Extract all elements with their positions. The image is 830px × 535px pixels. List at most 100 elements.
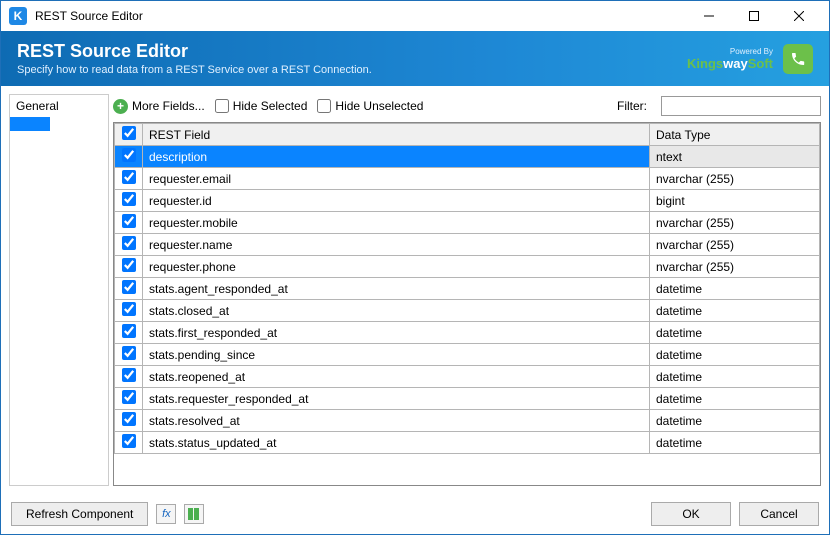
row-dtype-cell[interactable]: nvarchar (255) <box>650 168 820 190</box>
row-checkbox[interactable] <box>122 368 136 382</box>
expression-icon[interactable]: fx <box>156 504 176 524</box>
table-row[interactable]: requester.mobilenvarchar (255) <box>115 212 820 234</box>
row-checkbox[interactable] <box>122 192 136 206</box>
table-row[interactable]: stats.pending_sincedatetime <box>115 344 820 366</box>
close-button[interactable] <box>776 2 821 30</box>
phone-icon[interactable] <box>783 44 813 74</box>
row-checkbox[interactable] <box>122 390 136 404</box>
body: General + More Fields... Hide Selected H… <box>1 86 829 494</box>
row-check-cell[interactable] <box>115 278 143 300</box>
table-row[interactable]: stats.first_responded_atdatetime <box>115 322 820 344</box>
columns-icon[interactable] <box>184 504 204 524</box>
brand-name-1: Kings <box>687 56 723 71</box>
minimize-button[interactable] <box>686 2 731 30</box>
row-checkbox[interactable] <box>122 324 136 338</box>
row-dtype-cell[interactable]: datetime <box>650 410 820 432</box>
row-field-cell[interactable]: requester.id <box>143 190 650 212</box>
row-field-cell[interactable]: requester.name <box>143 234 650 256</box>
table-row[interactable]: descriptionntext <box>115 146 820 168</box>
header-check[interactable] <box>115 124 143 146</box>
cancel-button[interactable]: Cancel <box>739 502 819 526</box>
header-dtype[interactable]: Data Type <box>650 124 820 146</box>
row-dtype-cell[interactable]: datetime <box>650 366 820 388</box>
row-field-cell[interactable]: stats.pending_since <box>143 344 650 366</box>
row-checkbox[interactable] <box>122 412 136 426</box>
select-all-checkbox[interactable] <box>122 126 136 140</box>
table-row[interactable]: stats.reopened_atdatetime <box>115 366 820 388</box>
table-row[interactable]: stats.agent_responded_atdatetime <box>115 278 820 300</box>
table-row[interactable]: requester.namenvarchar (255) <box>115 234 820 256</box>
sidebar-item-general[interactable]: General <box>10 97 108 115</box>
row-check-cell[interactable] <box>115 234 143 256</box>
row-dtype-cell[interactable]: nvarchar (255) <box>650 212 820 234</box>
grid: REST Field Data Type descriptionntextreq… <box>113 122 821 486</box>
row-check-cell[interactable] <box>115 388 143 410</box>
row-dtype-cell[interactable]: datetime <box>650 278 820 300</box>
row-dtype-cell[interactable]: nvarchar (255) <box>650 256 820 278</box>
refresh-button[interactable]: Refresh Component <box>11 502 148 526</box>
row-dtype-cell[interactable]: bigint <box>650 190 820 212</box>
row-dtype-cell[interactable]: datetime <box>650 300 820 322</box>
maximize-button[interactable] <box>731 2 776 30</box>
row-checkbox[interactable] <box>122 258 136 272</box>
more-fields-button[interactable]: + More Fields... <box>113 99 205 114</box>
header-banner: REST Source Editor Specify how to read d… <box>1 31 829 86</box>
hide-unselected-checkbox[interactable]: Hide Unselected <box>317 99 423 113</box>
table-row[interactable]: stats.status_updated_atdatetime <box>115 432 820 454</box>
table-row[interactable]: stats.closed_atdatetime <box>115 300 820 322</box>
table-row[interactable]: stats.requester_responded_atdatetime <box>115 388 820 410</box>
row-field-cell[interactable]: stats.status_updated_at <box>143 432 650 454</box>
row-checkbox[interactable] <box>122 214 136 228</box>
brand-name-2: way <box>723 56 748 71</box>
row-field-cell[interactable]: requester.email <box>143 168 650 190</box>
table-row[interactable]: requester.phonenvarchar (255) <box>115 256 820 278</box>
row-check-cell[interactable] <box>115 256 143 278</box>
row-checkbox[interactable] <box>122 170 136 184</box>
header-field[interactable]: REST Field <box>143 124 650 146</box>
row-field-cell[interactable]: stats.first_responded_at <box>143 322 650 344</box>
row-check-cell[interactable] <box>115 344 143 366</box>
hide-selected-input[interactable] <box>215 99 229 113</box>
row-dtype-cell[interactable]: datetime <box>650 388 820 410</box>
row-check-cell[interactable] <box>115 366 143 388</box>
row-dtype-cell[interactable]: datetime <box>650 432 820 454</box>
row-checkbox[interactable] <box>122 346 136 360</box>
row-checkbox[interactable] <box>122 236 136 250</box>
row-check-cell[interactable] <box>115 212 143 234</box>
row-check-cell[interactable] <box>115 432 143 454</box>
row-dtype-cell[interactable]: nvarchar (255) <box>650 234 820 256</box>
row-dtype-cell[interactable]: datetime <box>650 322 820 344</box>
row-field-cell[interactable]: stats.resolved_at <box>143 410 650 432</box>
filter-input[interactable] <box>661 96 821 116</box>
row-check-cell[interactable] <box>115 168 143 190</box>
table-row[interactable]: requester.emailnvarchar (255) <box>115 168 820 190</box>
row-check-cell[interactable] <box>115 300 143 322</box>
sidebar-item-selected[interactable] <box>10 117 50 131</box>
row-field-cell[interactable]: requester.phone <box>143 256 650 278</box>
ok-button[interactable]: OK <box>651 502 731 526</box>
row-field-cell[interactable]: stats.requester_responded_at <box>143 388 650 410</box>
row-check-cell[interactable] <box>115 322 143 344</box>
row-field-cell[interactable]: stats.reopened_at <box>143 366 650 388</box>
row-field-cell[interactable]: stats.closed_at <box>143 300 650 322</box>
hide-unselected-input[interactable] <box>317 99 331 113</box>
row-field-cell[interactable]: description <box>143 146 650 168</box>
row-check-cell[interactable] <box>115 190 143 212</box>
row-checkbox[interactable] <box>122 148 136 162</box>
row-checkbox[interactable] <box>122 434 136 448</box>
row-checkbox[interactable] <box>122 302 136 316</box>
row-dtype-cell[interactable]: datetime <box>650 344 820 366</box>
table-row[interactable]: stats.resolved_atdatetime <box>115 410 820 432</box>
row-checkbox[interactable] <box>122 280 136 294</box>
footer: Refresh Component fx OK Cancel <box>1 494 829 534</box>
row-check-cell[interactable] <box>115 146 143 168</box>
row-dtype-cell[interactable]: ntext <box>650 146 820 168</box>
window-controls <box>686 2 821 30</box>
row-check-cell[interactable] <box>115 410 143 432</box>
hide-selected-checkbox[interactable]: Hide Selected <box>215 99 308 113</box>
plus-icon: + <box>113 99 128 114</box>
row-field-cell[interactable]: requester.mobile <box>143 212 650 234</box>
table-row[interactable]: requester.idbigint <box>115 190 820 212</box>
sidebar: General <box>9 94 109 486</box>
row-field-cell[interactable]: stats.agent_responded_at <box>143 278 650 300</box>
